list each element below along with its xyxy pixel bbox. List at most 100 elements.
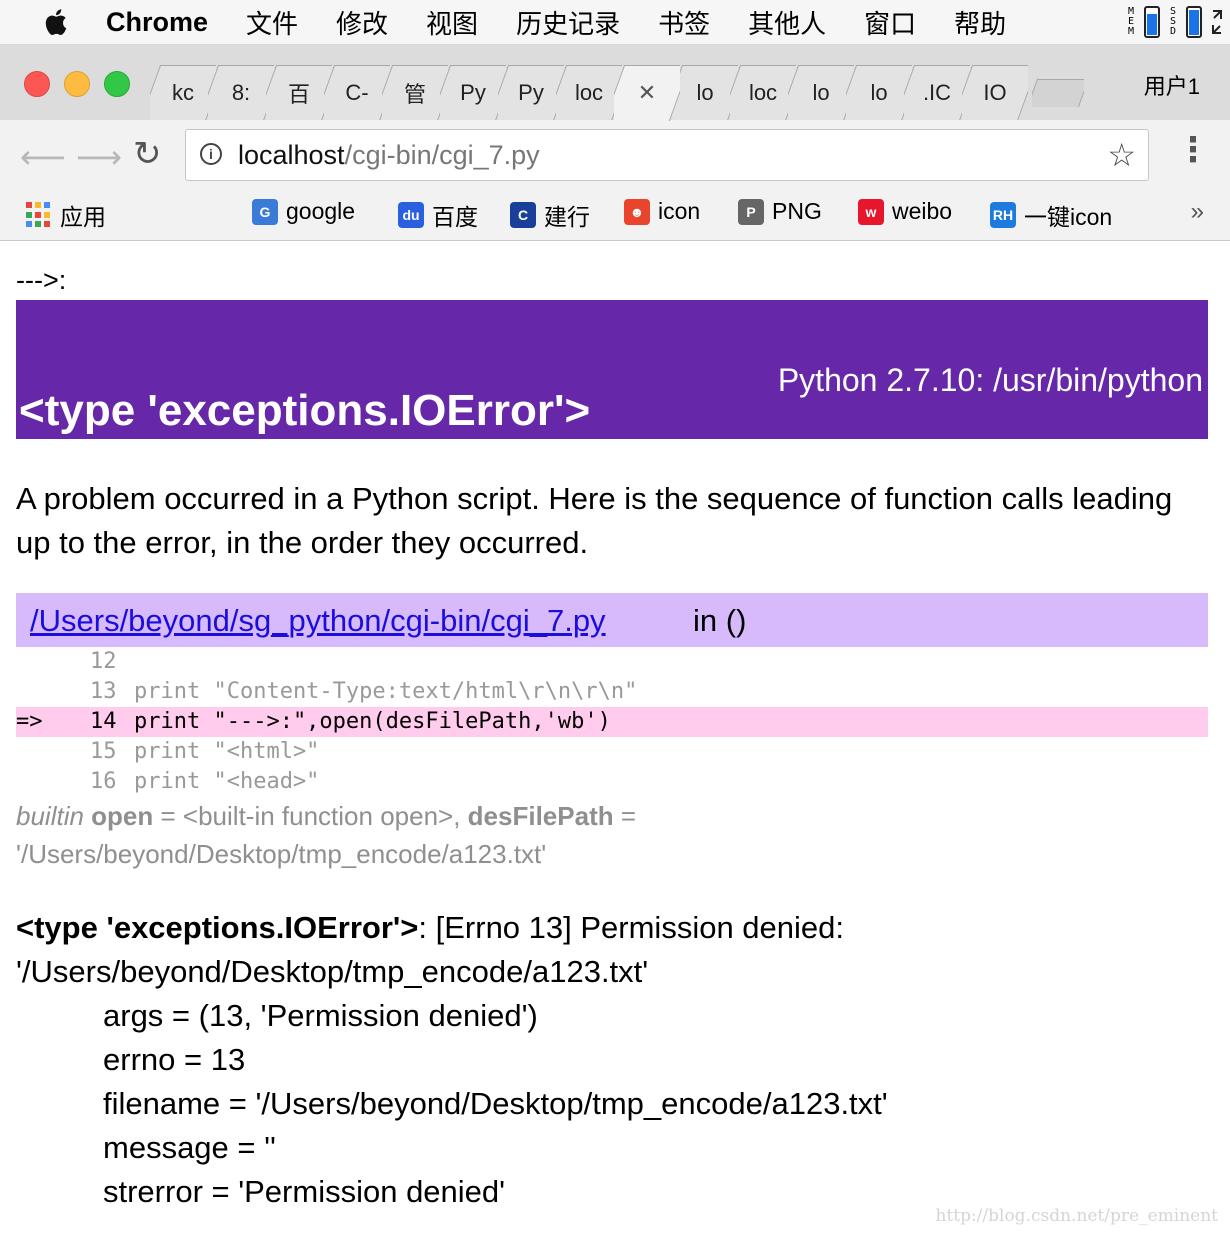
exception-title: <type 'exceptions.IOError'>	[19, 386, 591, 435]
line-number: 12	[90, 649, 117, 674]
bookmark-star-icon[interactable]: ☆	[1107, 136, 1136, 174]
forward-button[interactable]: ⟶	[76, 138, 122, 176]
tab[interactable]: lo	[672, 65, 738, 121]
bookmark-item[interactable]: C 建行	[510, 198, 590, 232]
menu-edit[interactable]: 修改	[336, 4, 388, 41]
mem-label: MEM	[1126, 7, 1136, 37]
tab-label: loc	[748, 80, 778, 105]
new-tab-button[interactable]	[1032, 79, 1084, 107]
ssd-meter[interactable]	[1186, 6, 1202, 38]
var-desfile-value: =	[613, 801, 637, 831]
mem-meter-fill	[1147, 14, 1157, 35]
profile-button[interactable]: 用户1	[1144, 69, 1200, 101]
bookmark-item[interactable]: ☻ icon	[624, 198, 700, 225]
tab-label: C-	[345, 80, 369, 105]
menu-app-name[interactable]: Chrome	[106, 7, 208, 38]
mac-menu-bar: Chrome 文件 修改 视图 历史记录 书签 其他人 窗口 帮助 MEM SS…	[0, 0, 1230, 45]
tab[interactable]: 百	[266, 65, 332, 121]
tab-label: loc	[574, 80, 604, 105]
tab-label: kc	[172, 80, 194, 105]
menu-people[interactable]: 其他人	[748, 4, 826, 41]
intro-text: A problem occurred in a Python script. H…	[16, 481, 1173, 560]
back-button[interactable]: ⟵	[20, 138, 66, 176]
bookmark-item[interactable]: w weibo	[858, 198, 952, 225]
bookmark-item[interactable]: RH 一键icon	[990, 198, 1112, 232]
tab[interactable]: Py	[440, 65, 506, 121]
frame-variables: builtin open = <built-in function open>,…	[16, 797, 1206, 873]
watermark: http://blog.csdn.net/pre_eminent	[935, 1206, 1218, 1226]
tab[interactable]: C-	[324, 65, 390, 121]
address-bar[interactable]: i localhost/cgi-bin/cgi_7.py ☆	[185, 129, 1149, 181]
line-number: 16	[90, 769, 117, 794]
tab[interactable]: Py	[498, 65, 564, 121]
zoom-window-button[interactable]	[104, 71, 130, 97]
tab-label: IO	[983, 80, 1007, 105]
expand-icon[interactable]	[1210, 7, 1224, 37]
tab-label: 8:	[231, 80, 251, 105]
mem-label-text: MEM	[1127, 6, 1135, 37]
apple-icon[interactable]	[38, 7, 72, 37]
weibo-icon: w	[858, 198, 884, 225]
code-line: 16 print "<head>"	[16, 767, 1208, 797]
tab-label: Py	[460, 80, 486, 105]
tab[interactable]: lo	[788, 65, 854, 121]
bookmark-item[interactable]: Ggoogle	[252, 198, 355, 225]
line-number: 13	[90, 679, 117, 704]
tab[interactable]: lo	[846, 65, 912, 121]
code-line: 15 print "<html>"	[16, 737, 1208, 767]
menu-bookmarks[interactable]: 书签	[658, 4, 710, 41]
tab[interactable]: kc	[150, 65, 216, 121]
bookmark-apps-label: 应用	[60, 204, 106, 230]
var-desfile-path: '/Users/beyond/Desktop/tmp_encode/a123.t…	[16, 839, 547, 869]
bookmark-item[interactable]: du 百度	[398, 198, 478, 232]
menu-kebab-icon[interactable]: ⋮	[1176, 130, 1210, 170]
bookmark-label: 百度	[432, 204, 478, 230]
tab[interactable]: loc	[556, 65, 622, 121]
menu-view[interactable]: 视图	[426, 4, 478, 41]
tab-close-icon[interactable]: ✕	[638, 80, 656, 106]
menu-file[interactable]: 文件	[246, 4, 298, 41]
line-number: 14	[90, 709, 117, 734]
more-bookmarks-icon[interactable]: »	[1191, 198, 1204, 226]
tab[interactable]: 8:	[208, 65, 274, 121]
line-code: print "<head>"	[134, 769, 320, 794]
menu-help[interactable]: 帮助	[954, 4, 1006, 41]
bookmark-label: 一键icon	[1024, 204, 1113, 230]
bookmark-label: PNG	[772, 198, 822, 224]
tab-label: lo	[870, 80, 888, 105]
python-version: Python 2.7.10: /usr/bin/python	[777, 362, 1203, 398]
rh-icon: RH	[990, 202, 1016, 228]
tab-strip: kc 8: 百 C- 管 Py Py loc ✕ lo loc lo lo .IC IO 用户1	[0, 45, 1230, 120]
bookmarks-bar: 应用 Ggoogle du 百度 C 建行 ☻ icon P PNG w weibo RH 一键icon…	[0, 190, 1230, 241]
tab-label: lo	[696, 80, 714, 105]
line-code: print "Content-Type:text/html\r\n\r\n"	[134, 679, 638, 704]
tab[interactable]: IO	[962, 65, 1028, 121]
mem-meter[interactable]	[1144, 6, 1160, 38]
tab-label: lo	[812, 80, 830, 105]
reload-button[interactable]: ↻	[133, 134, 162, 174]
menu-window[interactable]: 窗口	[864, 4, 916, 41]
line-number: 15	[90, 739, 117, 764]
url-host: localhost	[238, 140, 345, 170]
url-text[interactable]: localhost/cgi-bin/cgi_7.py	[238, 140, 540, 171]
tab[interactable]: .IC	[904, 65, 970, 121]
tab[interactable]: 管	[382, 65, 448, 121]
var-builtin: builtin	[16, 801, 84, 831]
close-window-button[interactable]	[24, 71, 50, 97]
exception-attribute: errno = 13	[103, 1042, 246, 1077]
tab-active[interactable]: ✕	[614, 65, 680, 121]
script-link[interactable]: /Users/beyond/sg_python/cgi-bin/cgi_7.py	[30, 603, 606, 639]
exception-attribute: strerror = 'Permission denied'	[103, 1174, 506, 1209]
exception-path: '/Users/beyond/Desktop/tmp_encode/a123.t…	[16, 954, 649, 989]
bookmark-item[interactable]: P PNG	[738, 198, 822, 225]
exception-summary: <type 'exceptions.IOError'>: [Errno 13] …	[16, 906, 1206, 994]
info-icon[interactable]: i	[200, 143, 222, 165]
tab-label: 百	[287, 82, 310, 107]
bookmark-apps[interactable]: 应用	[26, 198, 106, 232]
code-line: 13 print "Content-Type:text/html\r\n\r\n"	[16, 677, 1208, 707]
var-open-name: open	[91, 801, 154, 831]
ccb-icon: C	[510, 202, 536, 228]
tab[interactable]: loc	[730, 65, 796, 121]
minimize-window-button[interactable]	[64, 71, 90, 97]
menu-history[interactable]: 历史记录	[516, 4, 620, 41]
